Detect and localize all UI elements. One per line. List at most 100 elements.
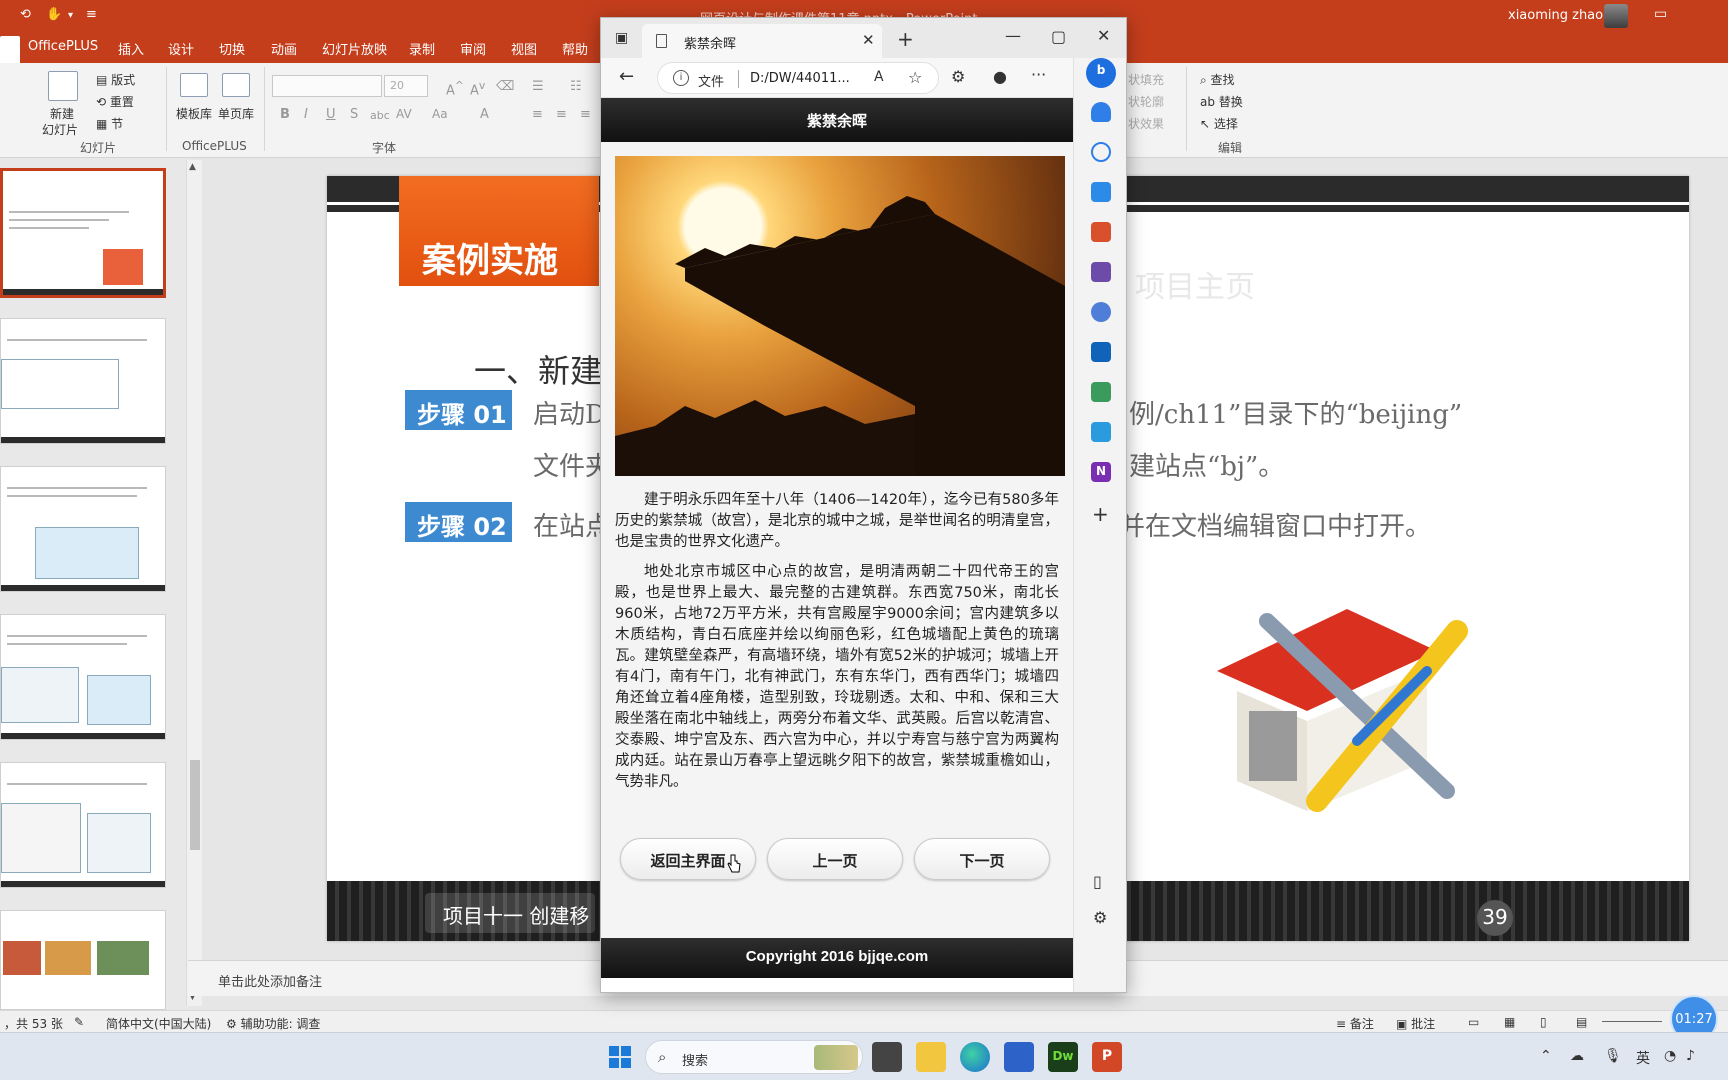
layout-button[interactable]: ▤ 版式 bbox=[96, 71, 135, 88]
font-size-combobox[interactable]: 20 bbox=[384, 75, 428, 97]
template-library-icon[interactable] bbox=[180, 73, 208, 97]
slideshow-icon[interactable]: ▤ bbox=[1576, 1015, 1587, 1029]
taskbar-search[interactable]: ⌕ 搜索 bbox=[645, 1040, 863, 1074]
tab-home[interactable] bbox=[0, 36, 20, 63]
tab-insert[interactable]: 插入 bbox=[118, 39, 144, 58]
file-explorer-icon[interactable] bbox=[916, 1042, 946, 1072]
edge-icon[interactable] bbox=[960, 1042, 990, 1072]
chevron-up-icon[interactable]: ⌃ bbox=[1540, 1048, 1552, 1064]
drop-icon[interactable] bbox=[1091, 382, 1111, 402]
spellcheck-icon[interactable]: ✎ bbox=[74, 1015, 84, 1029]
slide-thumbnail[interactable] bbox=[0, 762, 166, 888]
font-color-icon[interactable]: A bbox=[480, 107, 489, 122]
task-view-icon[interactable] bbox=[872, 1042, 902, 1072]
previous-page-button[interactable]: 上一页 bbox=[767, 838, 903, 880]
align-left-icon[interactable]: ≡ bbox=[532, 107, 543, 122]
reading-view-icon[interactable]: ▯ bbox=[1540, 1015, 1547, 1029]
shopping-tag-icon[interactable] bbox=[1091, 182, 1111, 202]
customize-toolbar-icon[interactable]: ≡ bbox=[86, 7, 97, 22]
slide-thumbnail[interactable] bbox=[0, 466, 166, 592]
scrollbar-thumb[interactable] bbox=[190, 760, 200, 850]
info-icon[interactable]: i bbox=[673, 70, 689, 86]
change-case-icon[interactable]: Aa bbox=[432, 107, 448, 121]
send-icon[interactable] bbox=[1091, 422, 1111, 442]
char-spacing-icon[interactable]: AV bbox=[396, 107, 412, 121]
dreamweaver-icon[interactable]: Dw bbox=[1048, 1042, 1078, 1072]
tab-slideshow[interactable]: 幻灯片放映 bbox=[322, 39, 387, 58]
address-bar[interactable]: i 文件 D:/DW/44011... A ☆ bbox=[657, 62, 939, 94]
new-slide-icon[interactable] bbox=[48, 71, 78, 101]
tab-review[interactable]: 审阅 bbox=[460, 39, 486, 58]
minimize-icon[interactable]: — bbox=[1005, 26, 1021, 45]
autosave-icon[interactable]: ⟲ bbox=[20, 7, 31, 22]
add-sidebar-app-icon[interactable]: + bbox=[1092, 502, 1109, 526]
increase-font-icon[interactable]: A^ bbox=[446, 79, 464, 98]
network-status-icon[interactable]: ☁ bbox=[1570, 1048, 1584, 1064]
align-right-icon[interactable]: ≡ bbox=[580, 107, 591, 122]
tab-transitions[interactable]: 切换 bbox=[219, 39, 245, 58]
microphone-icon[interactable]: 🎙 bbox=[1604, 1048, 1622, 1064]
close-icon[interactable]: ✕ bbox=[1097, 26, 1110, 45]
tab-record[interactable]: 录制 bbox=[409, 39, 435, 58]
thumbnail-scrollbar[interactable]: ▲ ▼ bbox=[186, 160, 202, 1006]
bullets-icon[interactable]: ☰ bbox=[532, 79, 544, 94]
language-indicator[interactable]: 简体中文(中国大陆) bbox=[106, 1015, 211, 1032]
strikethrough-icon[interactable]: abc bbox=[370, 109, 390, 122]
games-icon[interactable] bbox=[1091, 262, 1111, 282]
next-page-button[interactable]: 下一页 bbox=[914, 838, 1050, 880]
new-slide-button[interactable]: 新建 bbox=[50, 105, 74, 122]
decrease-font-icon[interactable]: Av bbox=[470, 79, 485, 98]
notes-placeholder[interactable]: 单击此处添加备注 bbox=[218, 971, 322, 990]
user-name[interactable]: xiaoming zhao bbox=[1508, 8, 1603, 23]
outlook-icon[interactable] bbox=[1091, 342, 1111, 362]
scroll-up-icon[interactable]: ▲ bbox=[189, 162, 196, 172]
more-options-icon[interactable]: ··· bbox=[1031, 65, 1046, 84]
maximize-icon[interactable]: ▢ bbox=[1051, 27, 1066, 46]
hide-sidebar-icon[interactable]: ▯ bbox=[1093, 872, 1102, 891]
find-button[interactable]: ⌕ 查找 bbox=[1200, 71, 1235, 88]
profile-icon[interactable]: ● bbox=[993, 67, 1007, 86]
replace-button[interactable]: ab 替换 bbox=[1200, 93, 1243, 110]
wifi-icon[interactable]: ◔ bbox=[1664, 1048, 1676, 1064]
touch-mode-icon[interactable]: ✋ bbox=[46, 7, 62, 22]
align-center-icon[interactable]: ≡ bbox=[556, 107, 567, 122]
section-button[interactable]: ▦ 节 bbox=[96, 115, 123, 132]
store-icon[interactable] bbox=[1004, 1042, 1034, 1072]
slide-thumbnail[interactable] bbox=[0, 168, 166, 298]
shape-outline-button[interactable]: 状轮廓 bbox=[1128, 93, 1164, 110]
slide-thumbnail[interactable] bbox=[0, 910, 166, 1010]
zoom-slider[interactable] bbox=[1602, 1021, 1662, 1022]
normal-view-icon[interactable]: ▭ bbox=[1468, 1015, 1479, 1029]
close-tab-icon[interactable]: ✕ bbox=[862, 31, 875, 49]
avatar[interactable] bbox=[1604, 4, 1628, 28]
template-library-button[interactable]: 模板库 bbox=[176, 105, 212, 122]
bing-copilot-icon[interactable]: b bbox=[1086, 58, 1116, 88]
font-name-combobox[interactable] bbox=[272, 75, 382, 97]
ime-indicator[interactable]: 英 bbox=[1636, 1048, 1650, 1068]
notes-button[interactable]: ≡ 备注 bbox=[1336, 1015, 1374, 1032]
select-button[interactable]: ↖ 选择 bbox=[1200, 115, 1238, 132]
single-page-library-icon[interactable] bbox=[222, 73, 250, 97]
edge-tab[interactable]: 紫禁余晖 ✕ bbox=[642, 24, 882, 58]
new-tab-icon[interactable]: + bbox=[897, 27, 914, 51]
tab-help[interactable]: 帮助 bbox=[562, 39, 588, 58]
extensions-icon[interactable]: ⚙ bbox=[951, 67, 965, 86]
powerpoint-icon[interactable]: P bbox=[1092, 1042, 1122, 1072]
read-aloud-icon[interactable]: A bbox=[874, 69, 884, 85]
slide-thumbnail[interactable] bbox=[0, 614, 166, 740]
microsoft-365-icon[interactable] bbox=[1091, 302, 1111, 322]
ribbon-display-icon[interactable]: ▭ bbox=[1654, 6, 1667, 22]
comments-button[interactable]: ▣ 批注 bbox=[1396, 1015, 1435, 1032]
favorite-star-icon[interactable]: ☆ bbox=[908, 68, 922, 87]
tab-design[interactable]: 设计 bbox=[168, 39, 194, 58]
address-url[interactable]: D:/DW/44011... bbox=[750, 71, 850, 86]
shape-fill-button[interactable]: 状填充 bbox=[1128, 71, 1164, 88]
clear-format-icon[interactable]: ⌫ bbox=[496, 79, 514, 94]
shadow-icon[interactable]: S bbox=[350, 107, 358, 122]
single-page-library-button[interactable]: 单页库 bbox=[218, 105, 254, 122]
search-icon[interactable] bbox=[1091, 142, 1111, 162]
onenote-icon[interactable]: N bbox=[1091, 462, 1111, 482]
shape-effect-button[interactable]: 状效果 bbox=[1128, 115, 1164, 132]
new-slide-button-label[interactable]: 幻灯片 bbox=[42, 121, 78, 138]
tools-briefcase-icon[interactable] bbox=[1091, 222, 1111, 242]
